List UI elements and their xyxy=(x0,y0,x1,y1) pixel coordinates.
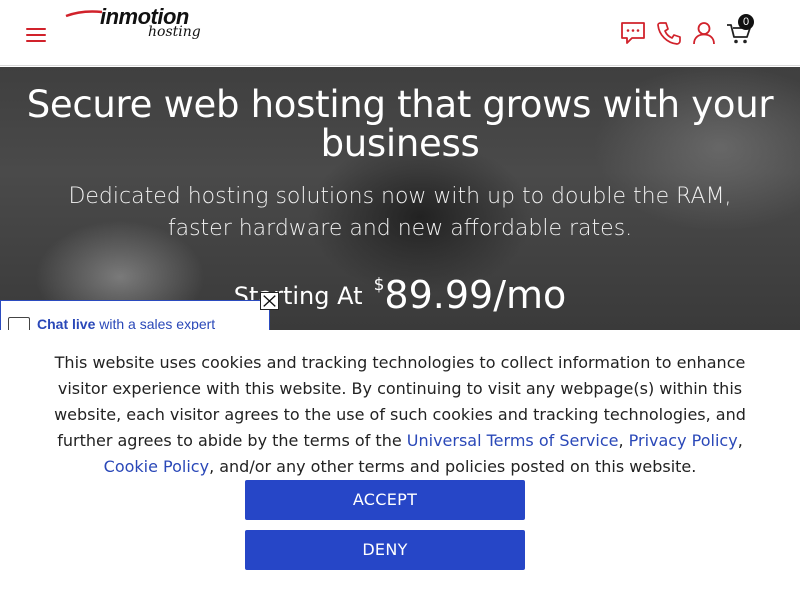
cookie-consent-panel: This website uses cookies and tracking t… xyxy=(0,330,800,600)
privacy-policy-link[interactable]: Privacy Policy xyxy=(629,431,738,450)
cookie-sep-1: , xyxy=(618,431,629,450)
chat-icon[interactable] xyxy=(620,20,646,46)
chat-live-widget[interactable]: Chat live with a sales expert xyxy=(0,300,270,333)
accept-button[interactable]: ACCEPT xyxy=(245,480,525,520)
site-header: inmotion hosting 0 xyxy=(0,0,800,66)
user-icon[interactable] xyxy=(691,20,717,46)
site-logo[interactable]: inmotion hosting xyxy=(64,4,214,44)
chat-close-icon[interactable] xyxy=(260,292,279,310)
deny-button[interactable]: DENY xyxy=(245,530,525,570)
logo-sub-text: hosting xyxy=(148,24,201,40)
menu-icon[interactable] xyxy=(26,28,46,44)
cart-count-badge: 0 xyxy=(738,14,754,30)
cookie-text-part-2: , and/or any other terms and policies po… xyxy=(209,457,697,476)
cookie-policy-link[interactable]: Cookie Policy xyxy=(104,457,209,476)
cookie-sep-2: , xyxy=(737,431,743,450)
hero-subtitle: Dedicated hosting solutions now with up … xyxy=(68,184,732,241)
phone-icon[interactable] xyxy=(656,20,682,46)
price-amount: 89.99/mo xyxy=(384,273,567,317)
logo-swoosh-icon xyxy=(65,10,103,18)
terms-of-service-link[interactable]: Universal Terms of Service xyxy=(407,431,619,450)
price-currency: $ xyxy=(373,275,385,295)
cookie-consent-text: This website uses cookies and tracking t… xyxy=(30,350,770,480)
hero-banner: Secure web hosting that grows with your … xyxy=(0,67,800,330)
hero-title: Secure web hosting that grows with your … xyxy=(26,83,774,165)
